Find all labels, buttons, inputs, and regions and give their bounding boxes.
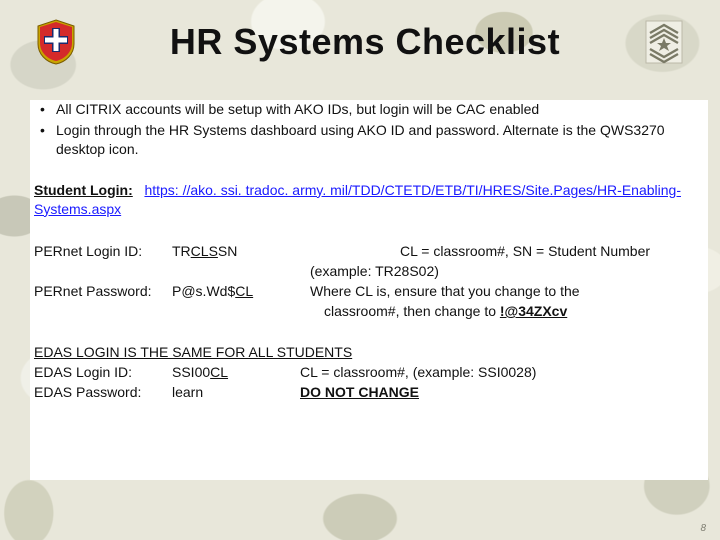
edas-pw-value: learn xyxy=(172,383,292,402)
pernet-note2: (example: TR28S02) xyxy=(310,262,686,281)
pernet-note3-pw: !@34ZXcv xyxy=(500,303,567,319)
pernet-pw-label: PERnet Password: xyxy=(34,282,164,301)
edas-pw-label: EDAS Password: xyxy=(34,383,164,402)
pernet-note3b-text: classroom#, then change to xyxy=(324,303,500,319)
pernet-pw-prefix: P@s.Wd$ xyxy=(172,283,235,299)
page-title: HR Systems Checklist xyxy=(94,21,626,63)
pernet-note1: CL = classroom#, SN = Student Number xyxy=(310,242,686,261)
pernet-id-value: TRCLSSN xyxy=(172,242,302,261)
pernet-pw-ul: CL xyxy=(235,283,253,299)
right-insignia-icon xyxy=(636,14,692,70)
edas-table: EDAS LOGIN IS THE SAME FOR ALL STUDENTS … xyxy=(34,343,686,402)
edas-note2: DO NOT CHANGE xyxy=(300,383,686,402)
slide-body: All CITRIX accounts will be setup with A… xyxy=(28,70,692,402)
edas-note1: CL = classroom#, (example: SSI0028) xyxy=(300,363,686,382)
pernet-id-prefix: TR xyxy=(172,243,191,259)
edas-id-ul: CL xyxy=(210,364,228,380)
pernet-pw-value: P@s.Wd$CL xyxy=(172,282,302,301)
pernet-note3a: Where CL is, ensure that you change to t… xyxy=(310,282,686,301)
student-login-line: Student Login: https: //ako. ssi. tradoc… xyxy=(34,181,686,219)
header-row: HR Systems Checklist xyxy=(28,8,692,70)
page-number: 8 xyxy=(700,523,706,534)
bullet-list: All CITRIX accounts will be setup with A… xyxy=(34,100,686,159)
list-item: Login through the HR Systems dashboard u… xyxy=(40,121,686,159)
student-login-label: Student Login: xyxy=(34,182,133,198)
edas-id-label: EDAS Login ID: xyxy=(34,363,164,382)
pernet-id-label: PERnet Login ID: xyxy=(34,242,164,261)
slide: HR Systems Checklist All CITRIX accounts… xyxy=(0,0,720,540)
left-insignia-icon xyxy=(28,14,84,70)
pernet-id-suffix: SN xyxy=(218,243,237,259)
pernet-id-ul: CLS xyxy=(191,243,218,259)
pernet-table: PERnet Login ID: TRCLSSN CL = classroom#… xyxy=(34,242,686,321)
edas-header: EDAS LOGIN IS THE SAME FOR ALL STUDENTS xyxy=(34,343,686,362)
edas-id-value: SSI00CL xyxy=(172,363,292,382)
edas-id-prefix: SSI00 xyxy=(172,364,210,380)
list-item: All CITRIX accounts will be setup with A… xyxy=(40,100,686,119)
pernet-note3b: classroom#, then change to !@34ZXcv xyxy=(310,302,686,321)
